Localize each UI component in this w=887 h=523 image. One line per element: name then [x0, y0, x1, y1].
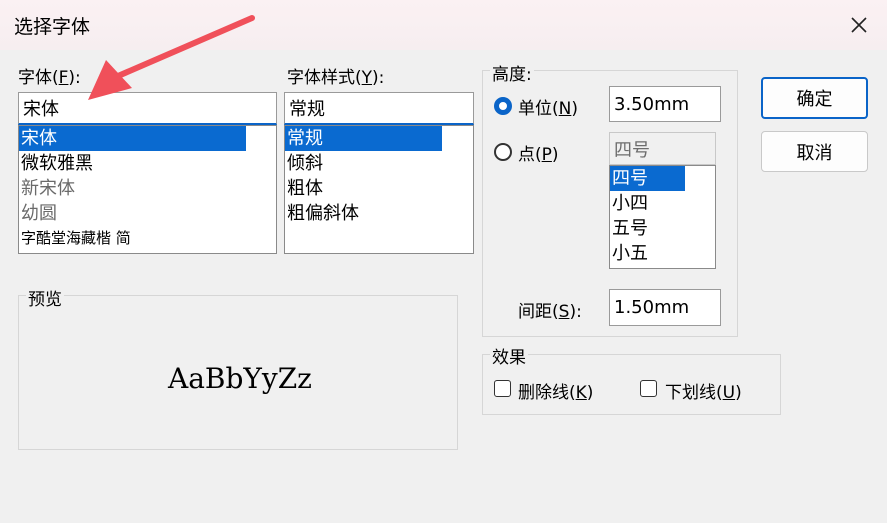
style-input-value: 常规	[289, 99, 325, 120]
style-scrollbar[interactable]	[445, 126, 473, 253]
strike-checkbox[interactable]	[494, 380, 511, 397]
spacing-input[interactable]: 1.50mm	[609, 289, 721, 326]
font-scrollbar[interactable]	[248, 126, 276, 253]
size-list-item[interactable]: 四号	[610, 166, 685, 191]
font-list-item[interactable]: 字酷堂海藏楷 简	[19, 226, 276, 251]
size-scrollbar[interactable]	[687, 166, 715, 268]
unit-input[interactable]: 3.50mm	[609, 86, 721, 122]
point-input-value: 四号	[614, 139, 650, 161]
height-group-label: 高度:	[490, 60, 534, 85]
font-input-value: 宋体	[23, 99, 59, 120]
unit-radio[interactable]	[494, 97, 512, 115]
unit-input-value: 3.50mm	[614, 93, 690, 115]
unit-radio-label: 单位(N)	[518, 99, 578, 119]
underline-label: 下划线(U)	[665, 383, 742, 403]
style-label: 字体样式(Y):	[287, 68, 385, 88]
annotation-arrow-icon	[88, 15, 255, 100]
font-listbox[interactable]: 宋体 微软雅黑 新宋体 幼圆 字酷堂海藏楷 简	[18, 125, 277, 254]
font-list-item[interactable]: 幼圆	[19, 201, 276, 226]
style-listbox[interactable]: 常规 倾斜 粗体 粗偏斜体	[284, 125, 474, 254]
font-list-item[interactable]: 新宋体	[19, 176, 276, 201]
effects-group-label: 效果	[490, 343, 528, 368]
close-button[interactable]	[831, 0, 887, 50]
preview-sample: AaBbYyZz	[168, 362, 312, 395]
font-list-item[interactable]: 微软雅黑	[19, 151, 276, 176]
preview-group-label: 预览	[26, 285, 64, 310]
close-icon	[851, 17, 867, 33]
spacing-input-value: 1.50mm	[614, 297, 690, 318]
point-radio[interactable]	[494, 143, 512, 161]
cancel-button[interactable]: 取消	[761, 131, 868, 172]
point-input[interactable]: 四号	[609, 132, 716, 165]
spacing-label: 间距(S):	[518, 302, 582, 322]
strike-label: 删除线(K)	[518, 383, 594, 403]
ok-button[interactable]: 确定	[761, 77, 868, 119]
font-list-item[interactable]: 宋体	[19, 126, 246, 151]
size-listbox[interactable]: 四号 小四 五号 小五	[609, 165, 716, 269]
style-list-item[interactable]: 常规	[285, 126, 442, 151]
point-radio-label: 点(P)	[518, 145, 559, 165]
underline-checkbox[interactable]	[640, 380, 657, 397]
style-input[interactable]: 常规	[284, 92, 474, 125]
